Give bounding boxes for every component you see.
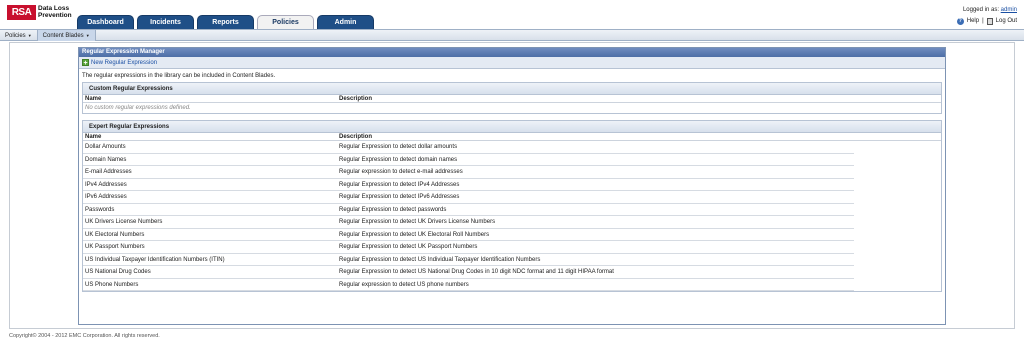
table-row[interactable]: Dollar Amounts Regular Expression to dete…: [83, 141, 941, 154]
custom-regex-section: Custom Regular Expressions Name Descript…: [82, 82, 942, 114]
panel-toolbar: + New Regular Expression: [79, 57, 945, 69]
regex-name-cell[interactable]: E-mail Addresses: [83, 166, 339, 178]
table-row[interactable]: UK Passport Numbers Regular Expression to…: [83, 241, 941, 254]
regex-description-cell: Regular expression to detect US phone nu…: [339, 281, 469, 288]
table-row[interactable]: US Individual Taxpayer Identification Nu…: [83, 254, 941, 266]
regex-name-cell[interactable]: IPv4 Addresses: [83, 179, 339, 191]
regex-name-cell[interactable]: US Individual Taxpayer Identification Nu…: [83, 254, 339, 266]
expert-table-body: Dollar Amounts Regular Expression to dete…: [83, 141, 941, 291]
expert-regex-section: Expert Regular Expressions Name Descript…: [82, 120, 942, 292]
username-link[interactable]: admin: [1001, 7, 1017, 13]
table-row[interactable]: UK Drivers License Numbers Regular Expres…: [83, 216, 941, 229]
table-row-cells: IPv4 Addresses Regular Expression to dete…: [83, 179, 854, 191]
chevron-down-icon: ▼: [85, 32, 90, 38]
product-name-line2: Prevention: [38, 12, 72, 19]
panel-title: Regular Expression Manager: [79, 48, 945, 57]
regex-description-cell: Regular Expression to detect UK Electora…: [339, 231, 490, 238]
table-row[interactable]: Passwords Regular Expression to detect pa…: [83, 204, 941, 216]
regex-name-cell[interactable]: UK Electoral Numbers: [83, 229, 339, 241]
copyright-footer: Copyright© 2004 - 2012 EMC Corporation. …: [9, 333, 160, 339]
table-row-cells: Domain Names Regular Expression to detect…: [83, 154, 854, 166]
regex-description-cell: Regular Expression to detect domain name…: [339, 156, 458, 163]
expert-table-header: Name Description: [83, 133, 941, 141]
regex-description-cell: Regular Expression to detect US Individu…: [339, 256, 541, 263]
table-row[interactable]: Domain Names Regular Expression to detect…: [83, 154, 941, 166]
new-regex-button[interactable]: + New Regular Expression: [82, 59, 158, 67]
regex-name-cell[interactable]: Passwords: [83, 204, 339, 216]
column-name[interactable]: Name: [83, 133, 339, 140]
expert-section-title: Expert Regular Expressions: [83, 121, 941, 133]
regex-description-cell: Regular Expression to detect IPv6 Addres…: [339, 194, 460, 200]
column-description[interactable]: Description: [339, 95, 941, 102]
rsa-logo: RSA Data Loss Prevention: [7, 5, 72, 20]
regex-name-cell[interactable]: Dollar Amounts: [83, 141, 339, 153]
table-row-cells: US Phone Numbers Regular expression to de…: [83, 279, 854, 291]
column-name[interactable]: Name: [83, 95, 339, 102]
regex-name-cell[interactable]: US Phone Numbers: [83, 279, 339, 291]
logged-in-label: Logged in as:: [962, 7, 999, 13]
rsa-logo-mark: RSA: [7, 5, 36, 20]
policies-menu[interactable]: Policies ▼: [0, 30, 37, 41]
regex-name-cell[interactable]: UK Passport Numbers: [83, 241, 339, 253]
table-row[interactable]: IPv4 Addresses Regular Expression to dete…: [83, 179, 941, 191]
table-row[interactable]: US National Drug Codes Regular Expression…: [83, 266, 941, 279]
regex-manager-panel: Regular Expression Manager + New Regular…: [78, 47, 946, 325]
product-name: Data Loss Prevention: [38, 5, 72, 19]
regex-description-cell: Regular Expression to detect IPv4 Addres…: [339, 181, 460, 188]
table-row-cells: UK Drivers License Numbers Regular Expres…: [83, 216, 854, 229]
regex-description-cell: Regular Expression to detect dollar amou…: [339, 144, 458, 150]
table-row-cells: US Individual Taxpayer Identification Nu…: [83, 254, 854, 266]
column-description[interactable]: Description: [339, 133, 941, 140]
table-row-cells: Passwords Regular Expression to detect pa…: [83, 204, 854, 216]
table-row-cells: IPv6 Addresses Regular Expression to dete…: [83, 191, 854, 204]
app-header: RSA Data Loss Prevention Dashboard Incid…: [0, 0, 1024, 29]
regex-description-cell: Regular Expression to detect UK Passport…: [339, 244, 478, 250]
user-links-separator: |: [982, 18, 984, 24]
product-name-line1: Data Loss: [38, 5, 70, 12]
table-row-cells: UK Electoral Numbers Regular Expression t…: [83, 229, 854, 241]
logout-link[interactable]: Log Out: [996, 16, 1017, 27]
regex-name-cell[interactable]: US National Drug Codes: [83, 266, 339, 278]
table-row-cells: US National Drug Codes Regular Expression…: [83, 266, 854, 279]
sub-navigation: Policies ▼ Content Blades ▼: [0, 29, 1024, 41]
tab-reports[interactable]: Reports: [197, 15, 254, 29]
tab-policies[interactable]: Policies: [257, 15, 314, 29]
custom-table-header: Name Description: [83, 95, 941, 103]
help-icon[interactable]: ?: [956, 18, 964, 25]
user-info: Logged in as: admin ? Help | Log Out: [956, 5, 1017, 27]
content-blades-menu[interactable]: Content Blades ▼: [36, 29, 96, 41]
table-row[interactable]: US Phone Numbers Regular expression to de…: [83, 279, 941, 291]
logout-icon[interactable]: [986, 18, 993, 25]
table-row[interactable]: UK Electoral Numbers Regular Expression t…: [83, 229, 941, 241]
tab-incidents[interactable]: Incidents: [137, 15, 194, 29]
regex-description-cell: Regular Expression to detect UK Drivers …: [339, 219, 496, 225]
empty-message: No custom regular expressions defined.: [85, 105, 191, 111]
content-area: Regular Expression Manager + New Regular…: [9, 42, 1015, 329]
regex-description-cell: Regular expression to detect e-mail addr…: [339, 169, 463, 175]
add-icon: +: [82, 59, 89, 67]
tab-admin[interactable]: Admin: [317, 15, 374, 29]
chevron-down-icon: ▼: [27, 32, 32, 38]
regex-description-cell: Regular Expression to detect US National…: [339, 269, 614, 275]
main-tabs: Dashboard Incidents Reports Policies Adm…: [77, 15, 377, 29]
table-row[interactable]: E-mail Addresses Regular expression to de…: [83, 166, 941, 179]
content-blades-menu-label: Content Blades: [42, 32, 84, 39]
regex-name-cell[interactable]: Domain Names: [83, 154, 339, 166]
table-row-cells: E-mail Addresses Regular expression to de…: [83, 166, 854, 179]
regex-name-cell[interactable]: UK Drivers License Numbers: [83, 216, 339, 228]
table-row-cells: Dollar Amounts Regular Expression to dete…: [83, 141, 854, 154]
policies-menu-label: Policies: [5, 32, 26, 39]
regex-description-cell: Regular Expression to detect passwords: [339, 206, 447, 213]
intro-text: The regular expressions in the library c…: [82, 73, 276, 79]
custom-section-title: Custom Regular Expressions: [83, 83, 941, 95]
tab-dashboard[interactable]: Dashboard: [77, 15, 134, 29]
table-row[interactable]: IPv6 Addresses Regular Expression to dete…: [83, 191, 941, 204]
regex-name-cell[interactable]: IPv6 Addresses: [83, 191, 339, 203]
new-regex-label: New Regular Expression: [91, 59, 158, 66]
help-link[interactable]: Help: [967, 16, 979, 27]
table-row-cells: UK Passport Numbers Regular Expression to…: [83, 241, 854, 254]
